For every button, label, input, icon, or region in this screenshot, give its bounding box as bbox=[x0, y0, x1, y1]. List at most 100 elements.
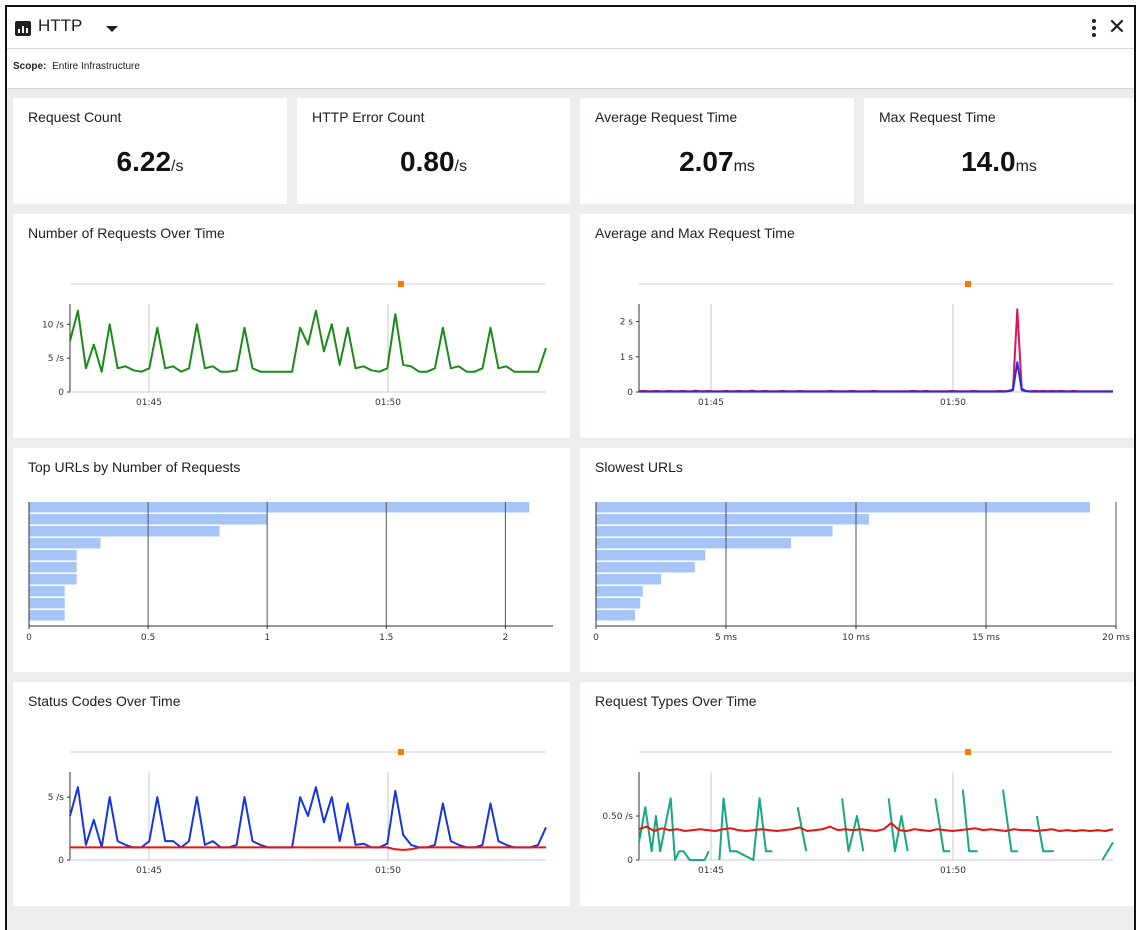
url-bar bbox=[596, 550, 706, 561]
panel-status-codes[interactable]: Status Codes Over Time 01:45 01:50 0 5 /s bbox=[13, 682, 570, 906]
panel-requests-over-time[interactable]: Number of Requests Over Time 01:45 01:50 0… bbox=[13, 214, 570, 438]
close-icon[interactable]: ✕ bbox=[1106, 14, 1128, 40]
series-line-red bbox=[70, 846, 546, 851]
series-line-pink bbox=[638, 308, 1113, 393]
url-bar bbox=[596, 610, 635, 621]
url-bar bbox=[29, 574, 77, 585]
kpi-label: Average Request Time bbox=[595, 109, 738, 125]
series-line-teal bbox=[841, 798, 865, 853]
scope-value[interactable]: Entire Infrastructure bbox=[52, 61, 140, 72]
request-types-line-chart[interactable]: 01:45 01:50 0 0.50 /s bbox=[580, 682, 1134, 906]
x-tick-label: 5 ms bbox=[715, 633, 737, 643]
x-tick-label: 15 ms bbox=[972, 633, 1000, 643]
chevron-down-icon[interactable] bbox=[106, 26, 118, 32]
y-tick-label: 5 /s bbox=[48, 354, 65, 364]
kpi-value: 0.80 bbox=[400, 146, 455, 177]
x-tick-label: 1 bbox=[264, 633, 270, 643]
x-tick-label: 1.5 bbox=[379, 633, 393, 643]
url-bar bbox=[29, 562, 77, 573]
y-tick-label: 0 bbox=[627, 388, 633, 398]
kpi-value: 2.07 bbox=[679, 146, 734, 177]
bar-chart-icon bbox=[15, 21, 31, 36]
y-tick-label: 1 s bbox=[620, 353, 634, 363]
time-marker bbox=[398, 281, 404, 287]
series-line-teal bbox=[1035, 815, 1054, 853]
x-tick-label: 01:45 bbox=[698, 866, 724, 876]
url-bar bbox=[29, 550, 77, 561]
time-marker bbox=[398, 749, 404, 755]
time-marker bbox=[965, 281, 971, 287]
kpi-card-average-request-time[interactable]: Average Request Time 2.07ms bbox=[580, 98, 854, 204]
series-line-teal bbox=[1101, 841, 1114, 861]
x-tick-label: 01:50 bbox=[375, 398, 401, 408]
url-bar bbox=[29, 586, 65, 597]
x-tick-label: 20 ms bbox=[1102, 633, 1130, 643]
url-bar bbox=[29, 502, 530, 513]
y-tick-label: 2 s bbox=[620, 318, 634, 328]
url-bar bbox=[596, 574, 661, 585]
kpi-unit: ms bbox=[1015, 158, 1037, 175]
scope-label: Scope: bbox=[13, 61, 47, 72]
more-vert-icon[interactable] bbox=[1090, 17, 1098, 39]
panel-avg-max-request-time[interactable]: Average and Max Request Time 01:45 01:50 0… bbox=[580, 214, 1134, 438]
panel-request-types[interactable]: Request Types Over Time 01:45 01:50 0 0.50 … bbox=[580, 682, 1134, 906]
x-tick-label: 01:50 bbox=[940, 866, 966, 876]
top-urls-bar-chart[interactable]: 0 0.5 1 1.5 2 bbox=[13, 448, 570, 672]
x-tick-label: 0.5 bbox=[141, 633, 155, 643]
panel-slowest-urls[interactable]: Slowest URLs 05 ms 10 ms 15 ms 20 ms bbox=[580, 448, 1134, 672]
panel-top-urls[interactable]: Top URLs by Number of Requests 0 0.5 1 1.5 2 bbox=[13, 448, 570, 672]
url-bar bbox=[29, 610, 65, 621]
series-line-teal bbox=[961, 789, 978, 853]
kpi-unit: /s bbox=[454, 158, 467, 175]
x-tick-label: 0 bbox=[593, 633, 599, 643]
y-tick-label: 0 bbox=[58, 388, 64, 398]
series-line-blue bbox=[69, 786, 547, 849]
y-tick-label: 5 /s bbox=[48, 793, 65, 803]
kpi-label: HTTP Error Count bbox=[312, 109, 425, 125]
url-bar bbox=[596, 562, 695, 573]
series-line-green bbox=[69, 309, 547, 373]
time-marker bbox=[965, 749, 971, 755]
url-bar bbox=[596, 586, 643, 597]
y-tick-label: 0 bbox=[627, 856, 633, 866]
scope-bar: Scope: Entire Infrastructure bbox=[7, 49, 1134, 89]
title-bar: HTTP ✕ bbox=[7, 7, 1134, 49]
series-line-red bbox=[638, 822, 1114, 832]
kpi-label: Request Count bbox=[28, 109, 122, 125]
x-tick-label: 01:50 bbox=[940, 398, 966, 408]
url-bar bbox=[596, 526, 833, 537]
kpi-card-max-request-time[interactable]: Max Request Time 14.0ms bbox=[864, 98, 1134, 204]
status-codes-line-chart[interactable]: 01:45 01:50 0 5 /s bbox=[13, 682, 570, 906]
y-tick-label: 10 /s bbox=[42, 320, 64, 330]
kpi-unit: ms bbox=[733, 158, 755, 175]
series-line-teal bbox=[934, 798, 951, 853]
url-bar bbox=[596, 598, 641, 609]
kpi-card-request-count[interactable]: Request Count 6.22/s bbox=[13, 98, 287, 204]
series-line-teal bbox=[1002, 789, 1018, 853]
kpi-label: Max Request Time bbox=[879, 109, 996, 125]
dashboard-title[interactable]: HTTP bbox=[38, 16, 82, 36]
x-tick-label: 01:45 bbox=[136, 398, 162, 408]
x-tick-label: 2 bbox=[502, 633, 508, 643]
url-bar bbox=[596, 514, 869, 525]
slowest-urls-bar-chart[interactable]: 0 5 ms 10 ms 15 ms 20 ms bbox=[580, 448, 1134, 672]
kpi-unit: /s bbox=[171, 158, 184, 175]
kpi-card-http-error-count[interactable]: HTTP Error Count 0.80/s bbox=[297, 98, 570, 204]
series-line-teal bbox=[887, 798, 909, 853]
x-tick-label: 01:45 bbox=[136, 866, 162, 876]
x-tick-label: 0 bbox=[26, 633, 32, 643]
kpi-value: 6.22 bbox=[116, 146, 172, 177]
url-bar bbox=[29, 538, 101, 549]
request-time-line-chart[interactable]: 01:45 01:50 0 1 s 2 s bbox=[580, 214, 1134, 438]
url-bar bbox=[596, 502, 1090, 513]
url-bar bbox=[29, 598, 65, 609]
x-tick-label: 01:45 bbox=[698, 398, 724, 408]
url-bar bbox=[29, 526, 220, 537]
requests-line-chart[interactable]: 01:45 01:50 0 5 /s 10 /s bbox=[13, 214, 570, 438]
http-dashboard-window: HTTP ✕ Scope: Entire Infrastructure Requ… bbox=[5, 5, 1136, 930]
x-tick-label: 10 ms bbox=[842, 633, 870, 643]
series-line-blue bbox=[639, 361, 1113, 393]
y-tick-label: 0 bbox=[58, 856, 64, 866]
kpi-value: 14.0 bbox=[961, 146, 1016, 177]
y-tick-label: 0.50 /s bbox=[602, 812, 633, 822]
